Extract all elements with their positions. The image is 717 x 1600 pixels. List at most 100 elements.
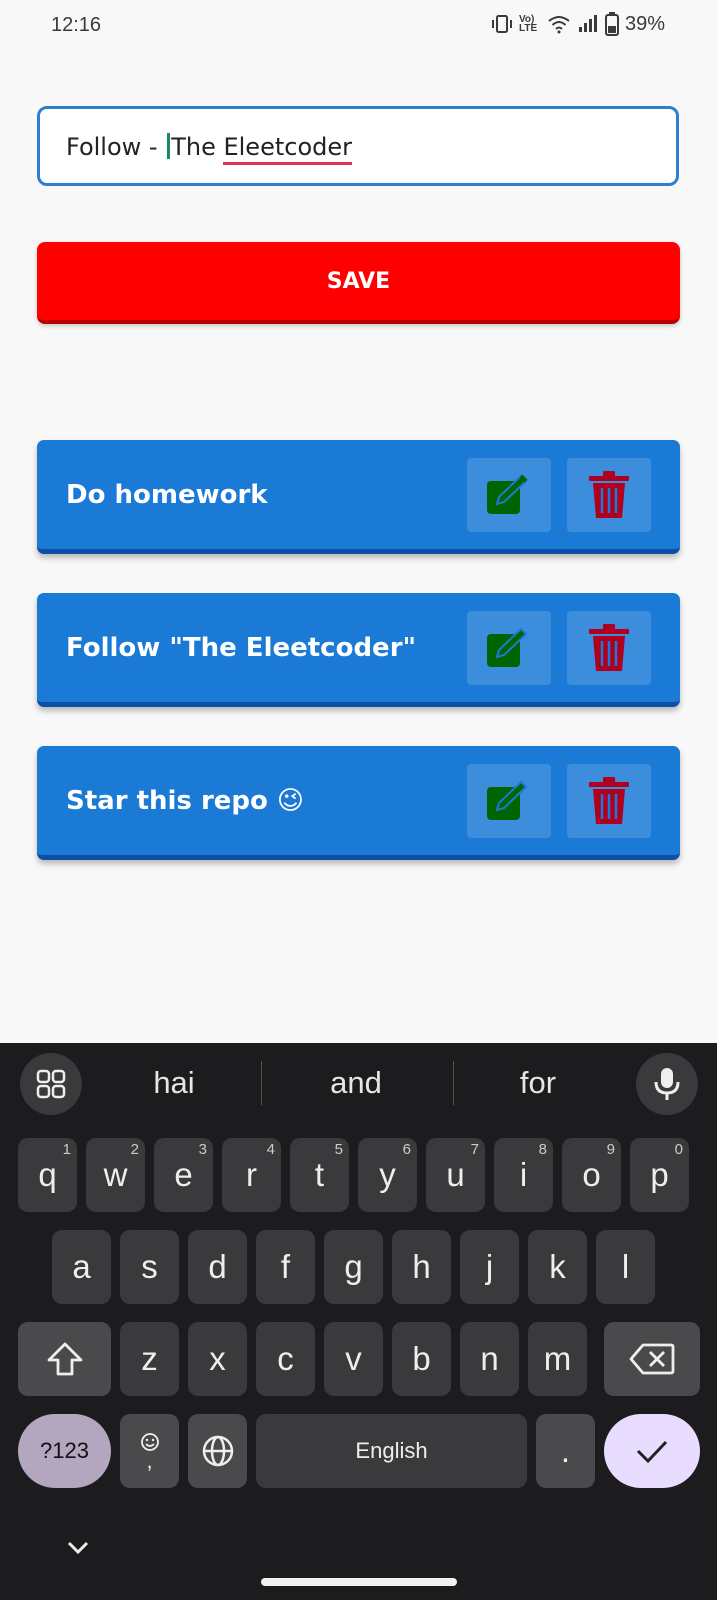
voice-input-button[interactable] [636,1053,698,1115]
key-label: e [174,1156,193,1193]
suggestion-3[interactable]: for [463,1065,613,1101]
key-label: p [650,1156,669,1193]
key-p[interactable]: p0 [630,1138,689,1212]
key-z[interactable]: z [120,1322,179,1396]
hide-keyboard-button[interactable] [66,1540,90,1561]
globe-icon [202,1435,233,1467]
suggestion-1[interactable]: hai [99,1065,249,1101]
key-f[interactable]: f [256,1230,315,1304]
key-hint: 0 [674,1141,683,1158]
keyboard-menu-button[interactable] [20,1053,82,1115]
key-w[interactable]: w2 [86,1138,145,1212]
volte-icon: Vo) LTE [518,14,538,34]
key-u[interactable]: u7 [426,1138,485,1212]
status-icons: Vo) LTE 39% [491,12,665,36]
key-i[interactable]: i8 [494,1138,553,1212]
key-l[interactable]: l [596,1230,655,1304]
task-input[interactable]: Follow - The Eleetcoder [37,106,679,186]
key-e[interactable]: e3 [154,1138,213,1212]
shift-key[interactable] [18,1322,111,1396]
key-hint: 6 [402,1141,411,1158]
clock: 12:16 [51,14,102,36]
chevron-down-icon [67,1541,89,1555]
trash-icon [589,624,629,671]
soft-keyboard: hai and for q1 w2 e3 r4 t5 y6 u7 i8 o9 p… [0,1043,717,1600]
key-g[interactable]: g [324,1230,383,1304]
edit-icon [487,627,528,667]
enter-key[interactable] [604,1414,700,1488]
key-q[interactable]: q1 [18,1138,77,1212]
key-a[interactable]: a [52,1230,111,1304]
key-v[interactable]: v [324,1322,383,1396]
signal-icon [578,15,597,32]
key-hint: 4 [266,1141,275,1158]
save-button[interactable]: SAVE [37,242,680,324]
key-k[interactable]: k [528,1230,587,1304]
space-key[interactable]: English [256,1414,527,1488]
key-hint: 2 [130,1141,139,1158]
delete-button[interactable] [567,611,651,685]
emoji-key[interactable]: , [120,1414,179,1488]
key-label: o [582,1156,601,1193]
key-hint: 9 [606,1141,615,1158]
backspace-key[interactable] [604,1322,700,1396]
key-y[interactable]: y6 [358,1138,417,1212]
key-label: q [38,1156,57,1193]
misspelled-word[interactable]: Eleetcoder [223,133,352,165]
key-hint: 1 [62,1141,71,1158]
key-hint: 3 [198,1141,207,1158]
text-caret [167,133,171,159]
input-text-after-caret: The [171,133,224,161]
key-t[interactable]: t5 [290,1138,349,1212]
key-o[interactable]: o9 [562,1138,621,1212]
key-h[interactable]: h [392,1230,451,1304]
task-label: Star this repo 😉 [66,785,305,816]
key-n[interactable]: n [460,1322,519,1396]
key-hint: 8 [538,1141,547,1158]
home-indicator[interactable] [261,1578,457,1586]
battery-icon [604,12,619,36]
key-s[interactable]: s [120,1230,179,1304]
suggestion-divider [453,1061,454,1105]
status-bar: 12:16 Vo) LTE 39% [0,0,717,56]
grid-icon [36,1069,66,1099]
trash-icon [589,471,629,518]
comma-label: , [146,1448,153,1473]
task-card: Do homework [37,440,680,554]
backspace-icon [629,1343,675,1375]
task-card: Follow "The Eleetcoder" [37,593,680,707]
checkmark-icon [636,1440,668,1464]
key-j[interactable]: j [460,1230,519,1304]
period-key[interactable]: . [536,1414,595,1488]
key-c[interactable]: c [256,1322,315,1396]
task-input-value: Follow - The Eleetcoder [66,133,352,165]
key-label: t [314,1156,325,1193]
wifi-icon [548,16,570,34]
suggestion-2[interactable]: and [281,1065,431,1101]
edit-icon [487,780,528,820]
edit-button[interactable] [467,611,551,685]
key-hint: 7 [470,1141,479,1158]
key-r[interactable]: r4 [222,1138,281,1212]
microphone-icon [654,1068,680,1100]
edit-button[interactable] [467,458,551,532]
key-label: w [103,1156,128,1193]
vibrate-icon [491,15,512,33]
edit-button[interactable] [467,764,551,838]
trash-icon [589,777,629,824]
key-b[interactable]: b [392,1322,451,1396]
task-label: Follow "The Eleetcoder" [66,632,417,663]
suggestion-divider [261,1061,262,1105]
language-key[interactable] [188,1414,247,1488]
task-card: Star this repo 😉 [37,746,680,860]
key-label: i [519,1156,528,1193]
key-m[interactable]: m [528,1322,587,1396]
key-x[interactable]: x [188,1322,247,1396]
delete-button[interactable] [567,764,651,838]
symbols-key[interactable]: ?123 [18,1414,111,1488]
input-text-before-caret: Follow - [66,133,166,161]
task-label: Do homework [66,479,268,510]
delete-button[interactable] [567,458,651,532]
key-label: r [246,1156,257,1193]
key-d[interactable]: d [188,1230,247,1304]
